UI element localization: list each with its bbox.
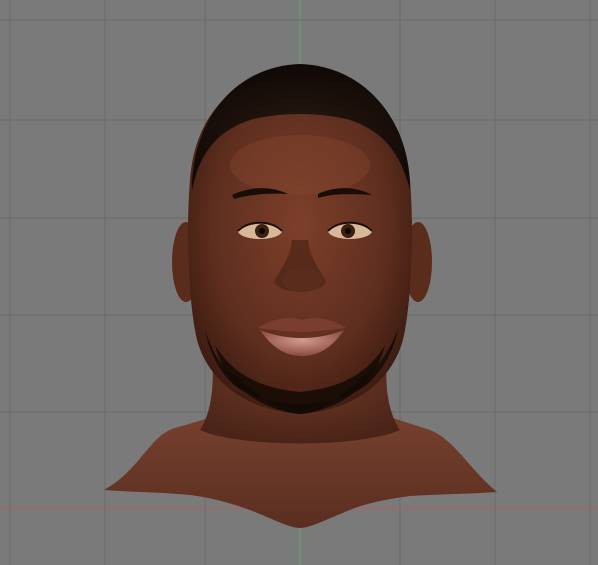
3d-viewport[interactable] [0,0,598,565]
right-eye [327,221,373,239]
viewport-scene[interactable] [0,0,598,565]
head-model[interactable] [104,64,497,528]
nose-tip [282,268,322,292]
forehead-highlight [230,135,370,195]
left-eye [237,221,283,239]
